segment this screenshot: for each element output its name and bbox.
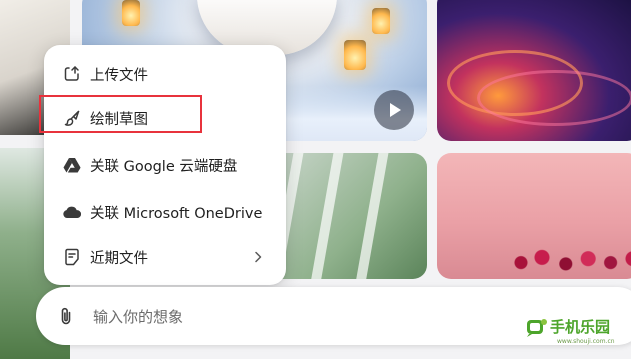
attach-options-menu: 上传文件 绘制草图 关联 Google 云端硬盘 关联 Microsoft On… bbox=[44, 45, 286, 285]
menu-item-upload-file[interactable]: 上传文件 bbox=[44, 56, 286, 92]
lantern-decoration bbox=[344, 40, 366, 70]
menu-item-label: 关联 Microsoft OneDrive bbox=[90, 205, 263, 222]
menu-item-recent-files[interactable]: 近期文件 bbox=[44, 239, 286, 275]
gallery-image-purple-waves[interactable] bbox=[437, 0, 631, 141]
recent-file-icon bbox=[62, 247, 82, 267]
annotation-highlight-box bbox=[39, 95, 202, 133]
menu-item-label: 关联 Google 云端硬盘 bbox=[90, 158, 238, 175]
upload-file-icon bbox=[62, 64, 82, 84]
prompt-input[interactable] bbox=[91, 301, 515, 333]
site-watermark: 手机乐园 www.shouji.com.cn bbox=[526, 316, 631, 359]
chevron-right-icon bbox=[254, 250, 264, 264]
onedrive-cloud-icon bbox=[62, 202, 82, 222]
light-beam bbox=[355, 153, 389, 279]
flower-row bbox=[507, 247, 631, 273]
watermark-logo-icon bbox=[526, 318, 548, 338]
light-beam bbox=[310, 153, 344, 279]
menu-item-label: 上传文件 bbox=[90, 67, 148, 84]
menu-item-link-google-drive[interactable]: 关联 Google 云端硬盘 bbox=[44, 147, 286, 183]
play-icon bbox=[390, 103, 401, 117]
wave-ripple bbox=[477, 70, 631, 126]
watermark-brand: 手机乐园 bbox=[550, 318, 611, 336]
lantern-decoration bbox=[372, 8, 390, 34]
menu-item-label: 近期文件 bbox=[90, 250, 148, 267]
paperclip-icon[interactable] bbox=[56, 306, 76, 326]
watermark-url: www.shouji.com.cn bbox=[557, 338, 615, 345]
gallery-image-pink-flowers[interactable] bbox=[437, 153, 631, 279]
menu-item-link-onedrive[interactable]: 关联 Microsoft OneDrive bbox=[44, 194, 286, 230]
lantern-decoration bbox=[122, 0, 140, 26]
google-drive-icon bbox=[62, 155, 82, 175]
play-video-button[interactable] bbox=[374, 90, 414, 130]
